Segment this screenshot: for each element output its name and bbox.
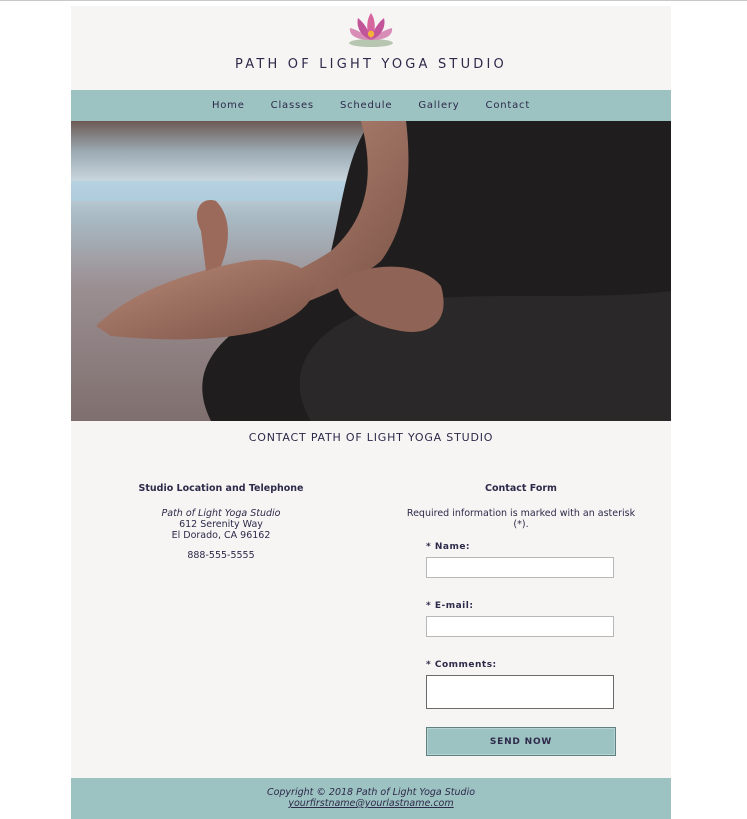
contact-heading: CONTACT PATH OF LIGHT YOGA STUDIO <box>248 431 494 444</box>
comments-field[interactable] <box>426 675 614 709</box>
page-wrapper: PATH OF LIGHT YOGA STUDIO Home Classes S… <box>71 6 671 819</box>
copyright-text: Copyright © 2018 Path of Light Yoga Stud… <box>266 787 476 798</box>
site-header: PATH OF LIGHT YOGA STUDIO <box>71 6 671 90</box>
site-title: PATH OF LIGHT YOGA STUDIO <box>235 57 507 72</box>
main-nav: Home Classes Schedule Gallery Contact <box>71 90 671 121</box>
city-address: El Dorado, CA 96162 <box>171 530 271 541</box>
nav-contact[interactable]: Contact <box>473 100 544 111</box>
name-label: * Name: <box>426 542 471 552</box>
address: Path of Light Yoga Studio 612 Serenity W… <box>131 508 311 541</box>
nav-classes[interactable]: Classes <box>258 100 327 111</box>
location-column: Studio Location and Telephone Path of Li… <box>131 483 311 561</box>
comments-label: * Comments: <box>426 660 497 670</box>
footer-email-link[interactable]: yourfirstname@yourlastname.com <box>288 798 453 809</box>
nav-gallery[interactable]: Gallery <box>405 100 472 111</box>
studio-name: Path of Light Yoga Studio <box>161 508 281 519</box>
email-field[interactable] <box>426 616 614 637</box>
contact-form: Contact Form Required information is mar… <box>401 483 641 756</box>
hero-image <box>71 121 671 421</box>
required-note: Required information is marked with an a… <box>406 508 636 530</box>
name-field[interactable] <box>426 557 614 578</box>
location-title: Studio Location and Telephone <box>138 483 304 494</box>
send-now-button[interactable]: SEND NOW <box>426 727 616 756</box>
street-address: 612 Serenity Way <box>179 519 263 530</box>
top-divider <box>0 0 747 1</box>
site-footer: Copyright © 2018 Path of Light Yoga Stud… <box>71 778 671 819</box>
contact-columns: Studio Location and Telephone Path of Li… <box>71 457 671 787</box>
nav-schedule[interactable]: Schedule <box>327 100 405 111</box>
phone-number: 888-555-5555 <box>187 550 255 561</box>
nav-home[interactable]: Home <box>199 100 258 111</box>
lotus-icon <box>349 13 393 47</box>
form-title: Contact Form <box>485 483 557 494</box>
email-label: * E-mail: <box>426 601 474 611</box>
